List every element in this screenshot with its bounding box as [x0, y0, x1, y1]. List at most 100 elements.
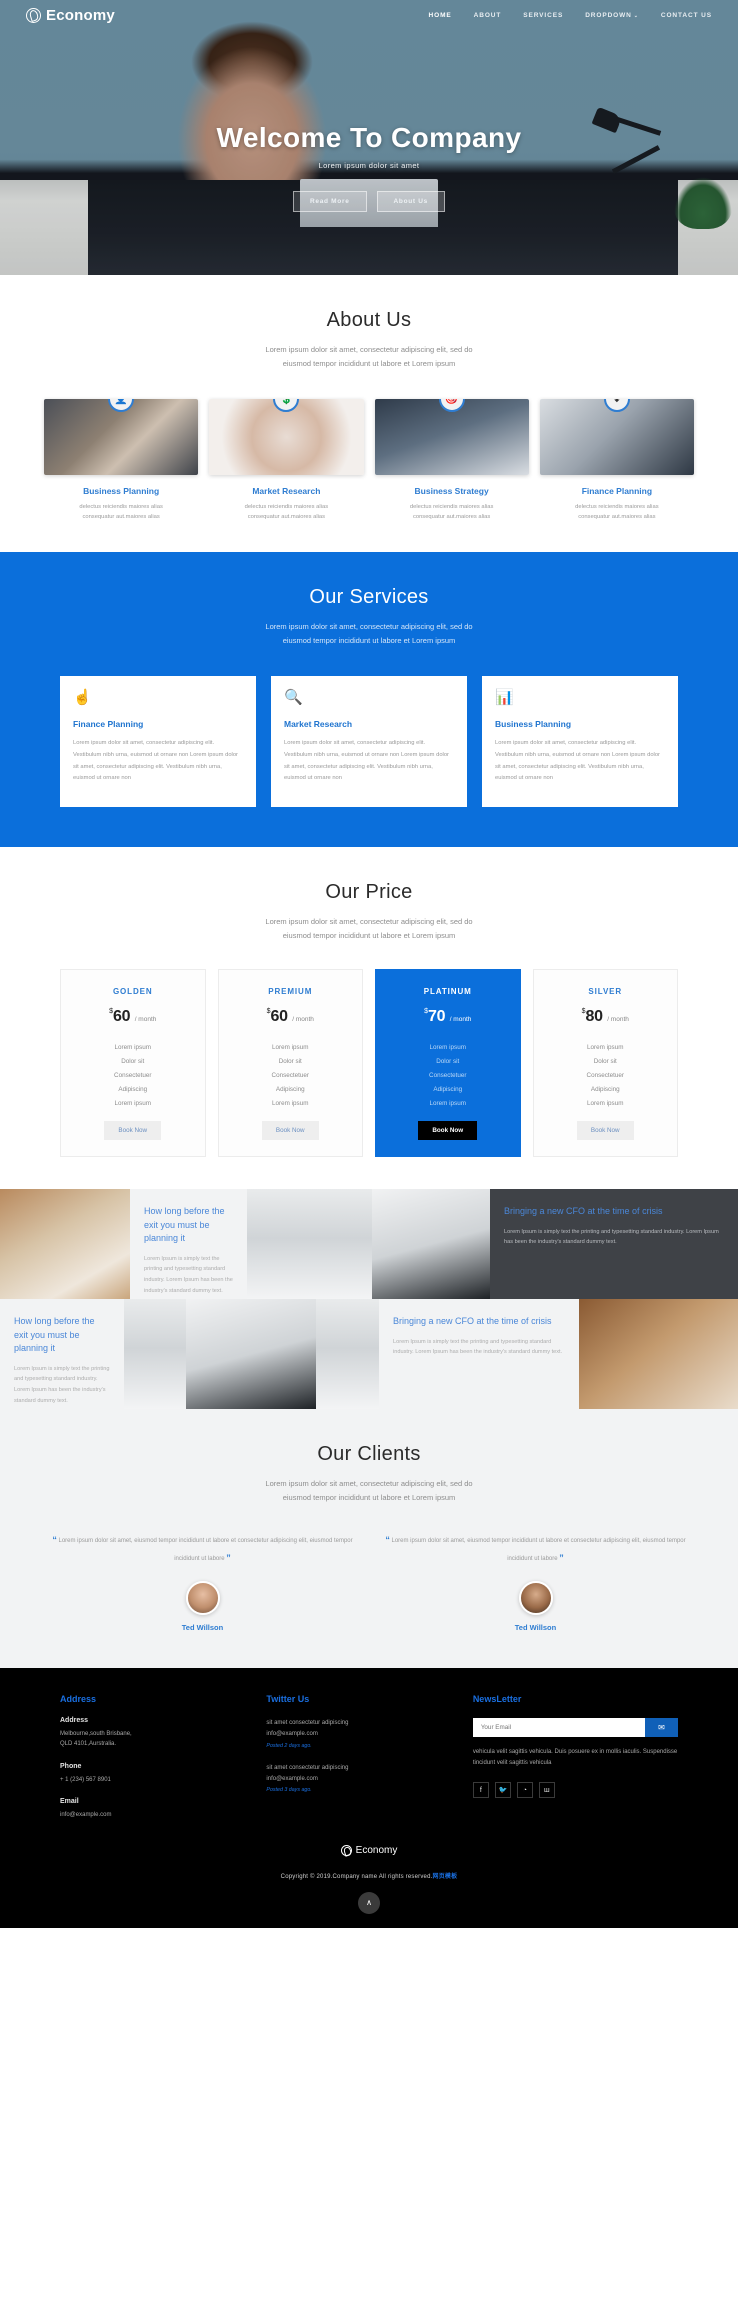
facebook-icon[interactable]: f: [472, 1782, 489, 1799]
plan-period: / month: [292, 1016, 314, 1024]
plan-name: GOLDEN: [112, 987, 153, 997]
about-card-title: Market Research: [252, 485, 321, 496]
about-us-button[interactable]: About Us: [376, 191, 446, 212]
plan-amount: 60: [113, 1008, 131, 1026]
blog-post-title: Bringing a new CFO at the time of crisis: [393, 1316, 552, 1327]
blog-post-2[interactable]: Bringing a new CFO at the time of crisis…: [490, 1189, 738, 1300]
about-card-image: 💲: [209, 398, 364, 475]
blog-image-plant: [124, 1299, 186, 1410]
brand-logo[interactable]: Economy: [26, 7, 115, 24]
social-links: f 🐦 ◔ ш: [472, 1782, 678, 1799]
search-icon: 🔍: [284, 688, 303, 706]
clients-section: Our Clients Lorem ipsum dolor sit amet, …: [0, 1409, 738, 1668]
template-credit-link[interactable]: 网页模板: [433, 1874, 458, 1880]
vk-icon[interactable]: ш: [538, 1782, 555, 1799]
globe-icon: [26, 7, 41, 23]
about-card-desc-line2: consequatur aut.maiores alias: [82, 513, 160, 520]
pricing-subtitle-line2: eiusmod tempor incididunt ut labore et L…: [282, 931, 456, 941]
testimonial: “ Lorem ipsum dolor sit amet, eiusmod te…: [381, 1531, 690, 1632]
about-card-desc-line1: delectus reiciendis maiores alias: [575, 503, 659, 510]
plan-feature: Consectetuer: [114, 1071, 152, 1079]
service-card[interactable]: 📊 Business Planning Lorem ipsum dolor si…: [482, 675, 678, 808]
pricing-card-platinum[interactable]: PLATINUM $70 / month Lorem ipsum Dolor s…: [375, 969, 521, 1158]
service-card[interactable]: 🔍 Market Research Lorem ipsum dolor sit …: [271, 675, 467, 808]
newsletter-email-input[interactable]: [472, 1717, 645, 1737]
about-card[interactable]: 🎯 Business Strategy delectus reiciendis …: [374, 398, 529, 522]
pricing-card-premium[interactable]: PREMIUM $60 / month Lorem ipsum Dolor si…: [217, 969, 363, 1158]
read-more-button[interactable]: Read More: [292, 191, 367, 212]
about-subtitle-line1: Lorem ipsum dolor sit amet, consectetur …: [265, 345, 473, 354]
book-now-button[interactable]: Book Now: [418, 1121, 478, 1141]
nav-item-dropdown[interactable]: DROPDOWN ⌄: [585, 12, 639, 19]
footer-brand-name: Economy: [355, 1844, 398, 1856]
nav-item-services[interactable]: SERVICES: [523, 12, 563, 19]
about-section: About Us Lorem ipsum dolor sit amet, con…: [0, 275, 738, 553]
plan-feature: Lorem ipsum: [429, 1043, 466, 1051]
testimonial-author: Ted Willson: [514, 1622, 557, 1632]
blog-post-1[interactable]: How long before the exit you must be pla…: [130, 1189, 247, 1300]
footer: Address Address Melbourne,south Brisbane…: [0, 1667, 738, 1928]
footer-brand[interactable]: Economy: [340, 1844, 398, 1856]
back-to-top-button[interactable]: ∧: [358, 1891, 380, 1914]
plan-price: $60 / month: [71, 1008, 195, 1026]
blog-row: How long before the exit you must be pla…: [0, 1299, 738, 1410]
footer-address-line2: QLD 4101,Aurstralia.: [60, 1741, 117, 1748]
pricing-card-silver[interactable]: SILVER $80 / month Lorem ipsum Dolor sit…: [532, 969, 678, 1158]
testimonial: “ Lorem ipsum dolor sit amet, eiusmod te…: [48, 1531, 357, 1632]
footer-twitter-column: Twitter Us sit amet consectetur adipisci…: [266, 1694, 444, 1821]
pricing-card-golden[interactable]: GOLDEN $60 / month Lorem ipsum Dolor sit…: [60, 969, 206, 1158]
blog-image-tablet: [186, 1299, 316, 1410]
plan-features: Lorem ipsum Dolor sit Consectetuer Adipi…: [386, 1040, 510, 1110]
plan-name: SILVER: [588, 987, 623, 997]
pricing-section: Our Price Lorem ipsum dolor sit amet, co…: [0, 847, 738, 1190]
about-card[interactable]: 👤 Business Planning delectus reiciendis …: [44, 398, 199, 522]
service-card-text: Lorem ipsum dolor sit amet, consectetur …: [495, 739, 660, 782]
footer-columns: Address Address Melbourne,south Brisbane…: [0, 1694, 738, 1821]
plan-period: / month: [134, 1016, 157, 1024]
service-card[interactable]: ☝ Finance Planning Lorem ipsum dolor sit…: [60, 675, 256, 808]
blog-post-4[interactable]: Bringing a new CFO at the time of crisis…: [379, 1299, 579, 1410]
about-cards: 👤 Business Planning delectus reiciendis …: [0, 398, 738, 522]
tweet-line2[interactable]: info@example.com: [266, 1774, 444, 1785]
plan-feature: Consectetuer: [429, 1071, 467, 1079]
service-card-title: Business Planning: [495, 718, 572, 729]
about-card-desc: delectus reiciendis maiores alias conseq…: [375, 502, 529, 522]
plan-feature: Dolor sit: [436, 1057, 460, 1065]
quote-close-icon: ”: [226, 1552, 231, 1563]
nav-item-about[interactable]: ABOUT: [474, 12, 502, 19]
rss-icon[interactable]: ◔: [516, 1782, 533, 1799]
tweet-posted: Posted 3 days ago.: [266, 1787, 312, 1794]
pricing-subtitle: Lorem ipsum dolor sit amet, consectetur …: [0, 915, 738, 943]
blog-post-text: Lorem Ipsum is simply text the printing …: [144, 1255, 233, 1295]
nav-item-home[interactable]: HOME: [429, 12, 452, 19]
tweet-line2[interactable]: info@example.com: [266, 1729, 444, 1740]
about-card-image: ⬇: [539, 398, 694, 475]
services-section: Our Services Lorem ipsum dolor sit amet,…: [0, 552, 738, 848]
blog-post-title: How long before the exit you must be pla…: [144, 1206, 225, 1244]
book-now-button[interactable]: Book Now: [104, 1121, 162, 1141]
plan-feature: Lorem ipsum: [272, 1099, 309, 1107]
about-card[interactable]: 💲 Market Research delectus reiciendis ma…: [209, 398, 364, 522]
about-card-desc-line1: delectus reiciendis maiores alias: [409, 503, 494, 510]
clients-subtitle-line2: eiusmod tempor incididunt ut labore et L…: [282, 1492, 456, 1502]
twitter-icon[interactable]: 🐦: [494, 1782, 511, 1799]
nav-item-contact-us[interactable]: CONTACT US: [661, 12, 712, 19]
footer-newsletter-heading: NewsLetter: [472, 1693, 522, 1704]
about-card-image: 🎯: [374, 398, 529, 475]
globe-icon: [340, 1844, 352, 1856]
about-card[interactable]: ⬇ Finance Planning delectus reiciendis m…: [539, 398, 694, 522]
footer-email-value[interactable]: info@example.com: [60, 1810, 238, 1821]
chevron-down-icon: ⌄: [633, 12, 639, 19]
book-now-button[interactable]: Book Now: [261, 1121, 319, 1141]
book-now-button[interactable]: Book Now: [576, 1121, 634, 1141]
blog-post-3[interactable]: How long before the exit you must be pla…: [0, 1299, 124, 1410]
plan-feature: Adipiscing: [590, 1085, 620, 1093]
footer-bottom: Economy Copyright © 2019.Company name Al…: [0, 1821, 738, 1928]
blog-mosaic-section: How long before the exit you must be pla…: [0, 1189, 738, 1410]
plan-name: PREMIUM: [268, 987, 313, 997]
plan-price: $70 / month: [386, 1008, 510, 1026]
newsletter-submit-button[interactable]: ✉: [644, 1717, 678, 1737]
service-card-text: Lorem ipsum dolor sit amet, consectetur …: [73, 739, 238, 782]
pricing-cards: GOLDEN $60 / month Lorem ipsum Dolor sit…: [0, 969, 738, 1158]
about-card-image: 👤: [44, 398, 199, 475]
